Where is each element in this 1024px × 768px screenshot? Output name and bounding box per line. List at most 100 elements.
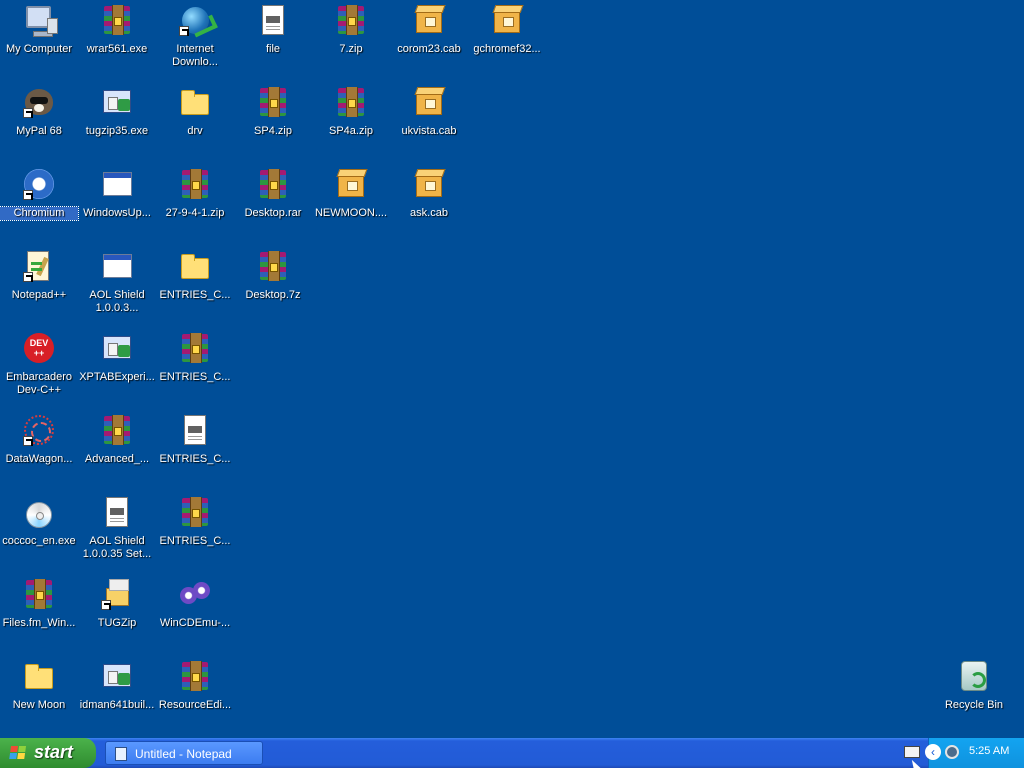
winrar-archive-icon (101, 4, 133, 36)
desktop-icon-drv-folder[interactable]: drv (156, 86, 234, 162)
cab-file-icon (413, 4, 445, 36)
desktop-icon-datawagon[interactable]: DataWagon... (0, 414, 78, 490)
desktop-icon-aol-shield[interactable]: AOL Shield 1.0.0.3... (78, 250, 156, 326)
window-application-icon (101, 250, 133, 282)
recycle-bin-icon (958, 660, 990, 692)
desktop-icon-label: corom23.cab (397, 43, 461, 55)
desktop-icon-label: DataWagon... (5, 453, 73, 465)
desktop-icon-newmoon-cab[interactable]: NEWMOON.... (312, 168, 390, 244)
desktop-icon-label: Desktop.rar (244, 207, 302, 219)
desktop-icon-sp4-zip[interactable]: SP4.zip (234, 86, 312, 162)
desktop-icon-my-computer[interactable]: My Computer (0, 4, 78, 80)
desktop-icon-idman641[interactable]: idman641buil... (78, 660, 156, 736)
winrar-archive-icon (179, 496, 211, 528)
desktop-icon-label: AOL Shield 1.0.0.3... (89, 289, 145, 314)
desktop-icon-wrar561[interactable]: wrar561.exe (78, 4, 156, 80)
desktop-icon-label: SP4.zip (254, 125, 292, 137)
desktop-icon-label: drv (187, 125, 203, 137)
desktop-icon-label: TUGZip (97, 617, 137, 629)
window-application-icon (101, 168, 133, 200)
notepad-plus-plus-shortcut-icon (23, 250, 55, 282)
desktop-icon-label: ENTRIES_C... (159, 453, 231, 465)
desktop-icon-label: wrar561.exe (86, 43, 148, 55)
desktop-icon-recycle-bin[interactable]: Recycle Bin (935, 660, 1013, 736)
desktop-icon-label: MyPal 68 (16, 125, 62, 137)
winrar-archive-icon (23, 578, 55, 610)
desktop-icon-internet-download-manager[interactable]: Internet Downlo... (156, 4, 234, 80)
desktop-icon-gchromef32-cab[interactable]: gchromef32... (468, 4, 546, 80)
taskbar-button-label: Untitled - Notepad (135, 747, 232, 761)
internet-download-manager-shortcut-icon (179, 4, 211, 36)
winrar-archive-icon (257, 250, 289, 282)
desktop-icon-ask-cab[interactable]: ask.cab (390, 168, 468, 244)
desktop-icon-label: file (265, 43, 281, 55)
desktop-icon-entries-folder[interactable]: ENTRIES_C... (156, 250, 234, 326)
folder-icon (179, 86, 211, 118)
desktop-icon-mypal-68[interactable]: MyPal 68 (0, 86, 78, 162)
desktop-icon-entries-archive-1[interactable]: ENTRIES_C... (156, 332, 234, 408)
winrar-archive-icon (335, 4, 367, 36)
desktop-icon-embarcadero-dev-cpp[interactable]: DEV ++ Embarcadero Dev-C++ (0, 332, 78, 408)
desktop-icon-label: Files.fm_Win... (2, 617, 76, 629)
desktop-icon-files-fm[interactable]: Files.fm_Win... (0, 578, 78, 654)
desktop-icon-label: 7.zip (339, 43, 363, 55)
cab-file-icon (491, 4, 523, 36)
volume-icon[interactable] (945, 745, 959, 759)
desktop-icon-file[interactable]: file (234, 4, 312, 80)
desktop-icon-wincdemu[interactable]: WinCDEmu-... (156, 578, 234, 654)
winrar-archive-icon (335, 86, 367, 118)
desktop-icon-label: XPTABExperi... (79, 371, 155, 383)
desktop-icon-desktop-7z[interactable]: Desktop.7z (234, 250, 312, 326)
desktop: My Computer MyPal 68 Chromium Notepad++ … (0, 0, 1024, 738)
desktop-icon-entries-archive-2[interactable]: ENTRIES_C... (156, 496, 234, 572)
desktop-icon-entries-text[interactable]: ENTRIES_C... (156, 414, 234, 490)
installer-icon (101, 86, 133, 118)
system-tray: ‹ 5:25 AM (925, 738, 1024, 768)
taskbar-button-notepad[interactable]: Untitled - Notepad (105, 741, 263, 765)
coccoc-installer-icon (23, 496, 55, 528)
winrar-archive-icon (179, 168, 211, 200)
start-button[interactable]: start (0, 738, 96, 768)
tugzip-shortcut-icon (101, 578, 133, 610)
desktop-icon-resourceedit[interactable]: ResourceEdi... (156, 660, 234, 736)
desktop-icon-7-zip[interactable]: 7.zip (312, 4, 390, 80)
desktop-icon-label: coccoc_en.exe (2, 535, 76, 547)
desktop-icon-windowsup[interactable]: WindowsUp... (78, 168, 156, 244)
desktop-icon-chromium[interactable]: Chromium (0, 168, 79, 244)
desktop-icon-advanced-archive[interactable]: Advanced_... (78, 414, 156, 490)
desktop-icon-sp4a-zip[interactable]: SP4a.zip (312, 86, 390, 162)
clock[interactable]: 5:25 AM (969, 745, 1009, 757)
folder-icon (23, 660, 55, 692)
desktop-icon-label: My Computer (5, 43, 73, 55)
desktop-icon-label: WindowsUp... (83, 207, 151, 219)
dev-cpp-icon: DEV ++ (23, 332, 55, 364)
desktop-icon-coccoc-installer[interactable]: coccoc_en.exe (0, 496, 78, 572)
text-file-icon (101, 496, 133, 528)
my-computer-icon (23, 4, 58, 37)
desktop-icon-label: tugzip35.exe (85, 125, 149, 137)
desktop-icon-aol-shield-setup[interactable]: AOL Shield 1.0.0.35 Set... (78, 496, 156, 572)
desktop-icon-tugzip[interactable]: TUGZip (78, 578, 156, 654)
desktop-icon-tugzip35[interactable]: tugzip35.exe (78, 86, 156, 162)
desktop-icon-label: ResourceEdi... (158, 699, 232, 711)
chromium-shortcut-icon (23, 168, 55, 200)
desktop-icon-27-9-4-1-zip[interactable]: 27-9-4-1.zip (156, 168, 234, 244)
cab-file-icon (413, 86, 445, 118)
desktop-icon-corom23-cab[interactable]: corom23.cab (390, 4, 468, 80)
installer-icon (101, 332, 133, 364)
desktop-icon-label: 27-9-4-1.zip (165, 207, 225, 219)
desktop-icon-label: Embarcadero Dev-C++ (5, 371, 73, 396)
desktop-icon-ukvista-cab[interactable]: ukvista.cab (390, 86, 468, 162)
desktop-icon-label: ask.cab (410, 207, 448, 219)
desktop-icon-desktop-rar[interactable]: Desktop.rar (234, 168, 312, 244)
desktop-icon-notepad-plus-plus[interactable]: Notepad++ (0, 250, 78, 326)
desktop-icon-new-moon-folder[interactable]: New Moon (0, 660, 78, 736)
desktop-icon-xptabexperi[interactable]: XPTABExperi... (78, 332, 156, 408)
desktop-icon-label: gchromef32... (473, 43, 541, 55)
desktop-icon-label: Advanced_... (84, 453, 150, 465)
tray-expand-icon[interactable]: ‹ (925, 744, 941, 760)
keyboard-layout-icon[interactable] (904, 746, 920, 758)
desktop-icon-label: Recycle Bin (944, 699, 1004, 711)
desktop-icon-label: NEWMOON.... (314, 207, 388, 219)
wincdemu-icon (179, 578, 211, 610)
